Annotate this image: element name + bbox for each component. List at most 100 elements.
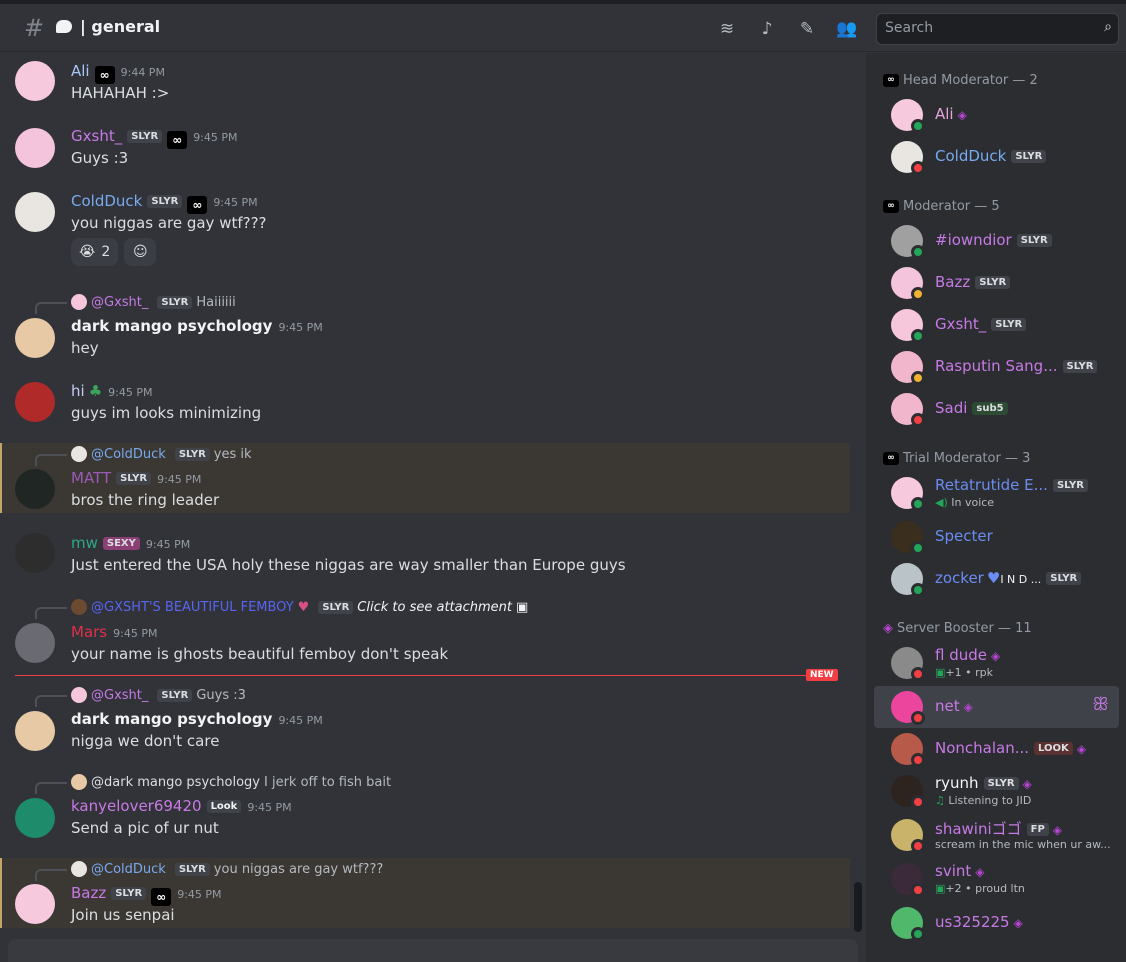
music-note-icon: ♫ [935, 794, 949, 807]
reply-preview[interactable]: @ColdDuck SLYR yes ik [35, 446, 252, 466]
message[interactable]: @Gxsht_ SLYR Haiiiiii dark mango psycholog… [0, 293, 850, 363]
member-name: Gxsht_ SLYR [935, 315, 1027, 333]
member-item-active[interactable]: net ◈ ꕥ [874, 686, 1119, 728]
author-name[interactable]: mw SEXY 9:45 PM [71, 534, 190, 552]
member-item[interactable]: us325225 ◈ [874, 902, 1119, 944]
reply-preview[interactable]: @dark mango psychology I jerk off to fish… [35, 774, 391, 794]
reply-spine [35, 869, 67, 881]
avatar[interactable] [15, 623, 55, 663]
message[interactable]: hi ♣ 9:45 PM guys im looks minimizing [0, 378, 850, 433]
status-dnd [911, 883, 925, 897]
timestamp: 9:45 PM [108, 386, 153, 399]
member-name: svint ◈ [935, 862, 985, 880]
member-name: fl dude ◈ [935, 646, 1001, 664]
author-name[interactable]: kanyelover69420 Look 9:45 PM [71, 797, 292, 815]
gamepad-icon: ▣ [935, 882, 946, 895]
status-dnd [911, 161, 925, 175]
avatar[interactable] [15, 711, 55, 751]
member-item[interactable]: Ali ◈ [874, 94, 1119, 136]
author-name[interactable]: Bazz SLYR ∞ 9:45 PM [71, 884, 222, 906]
member-item[interactable]: Specter [874, 516, 1119, 558]
author-name[interactable]: MATT SLYR 9:45 PM [71, 469, 201, 487]
member-item[interactable]: svint ◈ ▣+2 • proud ltn [874, 858, 1119, 900]
boost-gem-icon: ◈ [1013, 916, 1023, 930]
message[interactable]: mw SEXY 9:45 PM Just entered the USA holy … [0, 528, 850, 583]
role-tag: SLYR [111, 887, 147, 900]
avatar[interactable] [15, 533, 55, 573]
section-header: ∞ Moderator — 5 [883, 199, 1000, 214]
new-badge: NEW [806, 669, 838, 681]
search-input[interactable]: Search ⌕ [876, 13, 1119, 45]
author-name[interactable]: Ali ∞ 9:44 PM [71, 62, 165, 84]
member-name: Specter [935, 527, 993, 545]
message[interactable]: @dark mango psychology I jerk off to fish… [0, 773, 850, 843]
author-name[interactable]: Mars 9:45 PM [71, 623, 157, 641]
reply-preview[interactable]: @GXSHT'S BEAUTIFUL FEMBOY ♥ SLYR Click to s… [35, 599, 529, 619]
role-tag: SEXY [102, 537, 140, 550]
image-icon: ▣ [516, 599, 529, 615]
member-item[interactable]: ColdDuck SLYR [874, 136, 1119, 178]
member-activity: ▣+1 • rpk [935, 666, 993, 679]
reply-preview[interactable]: @Gxsht_ SLYR Guys :3 [35, 687, 246, 707]
avatar[interactable] [15, 128, 55, 168]
avatar[interactable] [15, 469, 55, 509]
author-name[interactable]: Gxsht_ SLYR ∞ 9:45 PM [71, 127, 238, 149]
scrollbar-thumb[interactable] [854, 882, 862, 932]
member-item[interactable]: ryunh SLYR ◈ ♫ Listening to JID [874, 770, 1119, 812]
member-item[interactable]: fl dude ◈ ▣+1 • rpk [874, 642, 1119, 684]
member-item[interactable]: zocker ♥I N D ... SLYR [874, 558, 1119, 600]
reply-avatar [71, 774, 87, 790]
add-reaction-button[interactable]: ☺ [124, 238, 157, 266]
member-item[interactable]: Gxsht_ SLYR [874, 304, 1119, 346]
member-item[interactable]: Retatrutide E... SLYR ◀) In voice [874, 472, 1119, 514]
section-header: ∞ Trial Moderator — 3 [883, 451, 1030, 466]
notification-muted-icon[interactable]: ♪ [756, 18, 778, 40]
author-name[interactable]: dark mango psychology 9:45 PM [71, 710, 323, 728]
status-dnd [911, 667, 925, 681]
threads-icon[interactable]: ≋ [716, 18, 738, 40]
reply-preview[interactable]: @Gxsht_ SLYR Haiiiiii [35, 294, 236, 314]
reply-preview[interactable]: @ColdDuck SLYR you niggas are gay wtf??? [35, 861, 383, 881]
member-list-icon[interactable]: 👥 [836, 18, 858, 40]
reply-tag: SLYR [157, 295, 193, 309]
status-online [911, 927, 925, 941]
author-name[interactable]: ColdDuck SLYR ∞ 9:45 PM [71, 192, 258, 214]
search-placeholder: Search [885, 20, 934, 36]
avatar[interactable] [15, 382, 55, 422]
member-item[interactable]: #iowndior SLYR [874, 220, 1119, 262]
message[interactable]: Ali ∞ 9:44 PM HAHAHAH :> [0, 53, 850, 113]
avatar[interactable] [15, 798, 55, 838]
reaction-crying[interactable]: 😭 2 [71, 238, 119, 266]
avatar[interactable] [15, 318, 55, 358]
message[interactable]: ColdDuck SLYR ∞ 9:45 PM you niggas are gay … [0, 189, 850, 269]
author-name[interactable]: dark mango psychology 9:45 PM [71, 317, 323, 335]
member-item[interactable]: Sadi sub5 [874, 388, 1119, 430]
reply-tag: SLYR [157, 688, 193, 702]
message[interactable]: @GXSHT'S BEAUTIFUL FEMBOY ♥ SLYR Click to s… [0, 598, 850, 668]
boost-gem-icon: ◈ [975, 865, 985, 879]
message-composer[interactable] [8, 939, 858, 962]
member-item[interactable]: shawiniゴゴ FP ◈ scream in the mic when ur aw… [874, 814, 1119, 856]
message[interactable]: Gxsht_ SLYR ∞ 9:45 PM Guys :3 [0, 123, 850, 173]
pin-icon[interactable]: ✎ [796, 18, 818, 40]
avatar[interactable] [15, 61, 55, 101]
message-text: HAHAHAH :> [71, 84, 170, 102]
member-item[interactable]: Nonchalan... LOOK ◈ [874, 728, 1119, 770]
member-activity: ▣+2 • proud ltn [935, 882, 1025, 895]
member-list[interactable]: ∞ Head Moderator — 2 Ali ◈ ColdDuck SLYR ∞ M… [866, 53, 1126, 962]
avatar[interactable] [15, 192, 55, 232]
member-item[interactable]: Rasputin Sang... SLYR [874, 346, 1119, 388]
message-highlighted[interactable]: @ColdDuck SLYR yes ik MATT SLYR 9:45 PM bros… [0, 443, 850, 513]
reaction-count: 2 [101, 244, 111, 260]
avatar[interactable] [15, 884, 55, 924]
reply-text: yes ik [213, 446, 252, 462]
message-list[interactable]: Ali ∞ 9:44 PM HAHAHAH :> Gxsht_ SLYR ∞ 9:45 P… [0, 53, 866, 962]
author-name[interactable]: hi ♣ 9:45 PM [71, 382, 152, 400]
message-text: Join us senpai [71, 906, 175, 924]
message[interactable]: @Gxsht_ SLYR Guys :3 dark mango psychology… [0, 686, 850, 756]
member-item[interactable]: Bazz SLYR [874, 262, 1119, 304]
message-text: bros the ring leader [71, 491, 220, 509]
status-idle [911, 371, 925, 385]
message-highlighted[interactable]: @ColdDuck SLYR you niggas are gay wtf??? B… [0, 858, 850, 928]
reply-author: @GXSHT'S BEAUTIFUL FEMBOY [91, 599, 294, 615]
